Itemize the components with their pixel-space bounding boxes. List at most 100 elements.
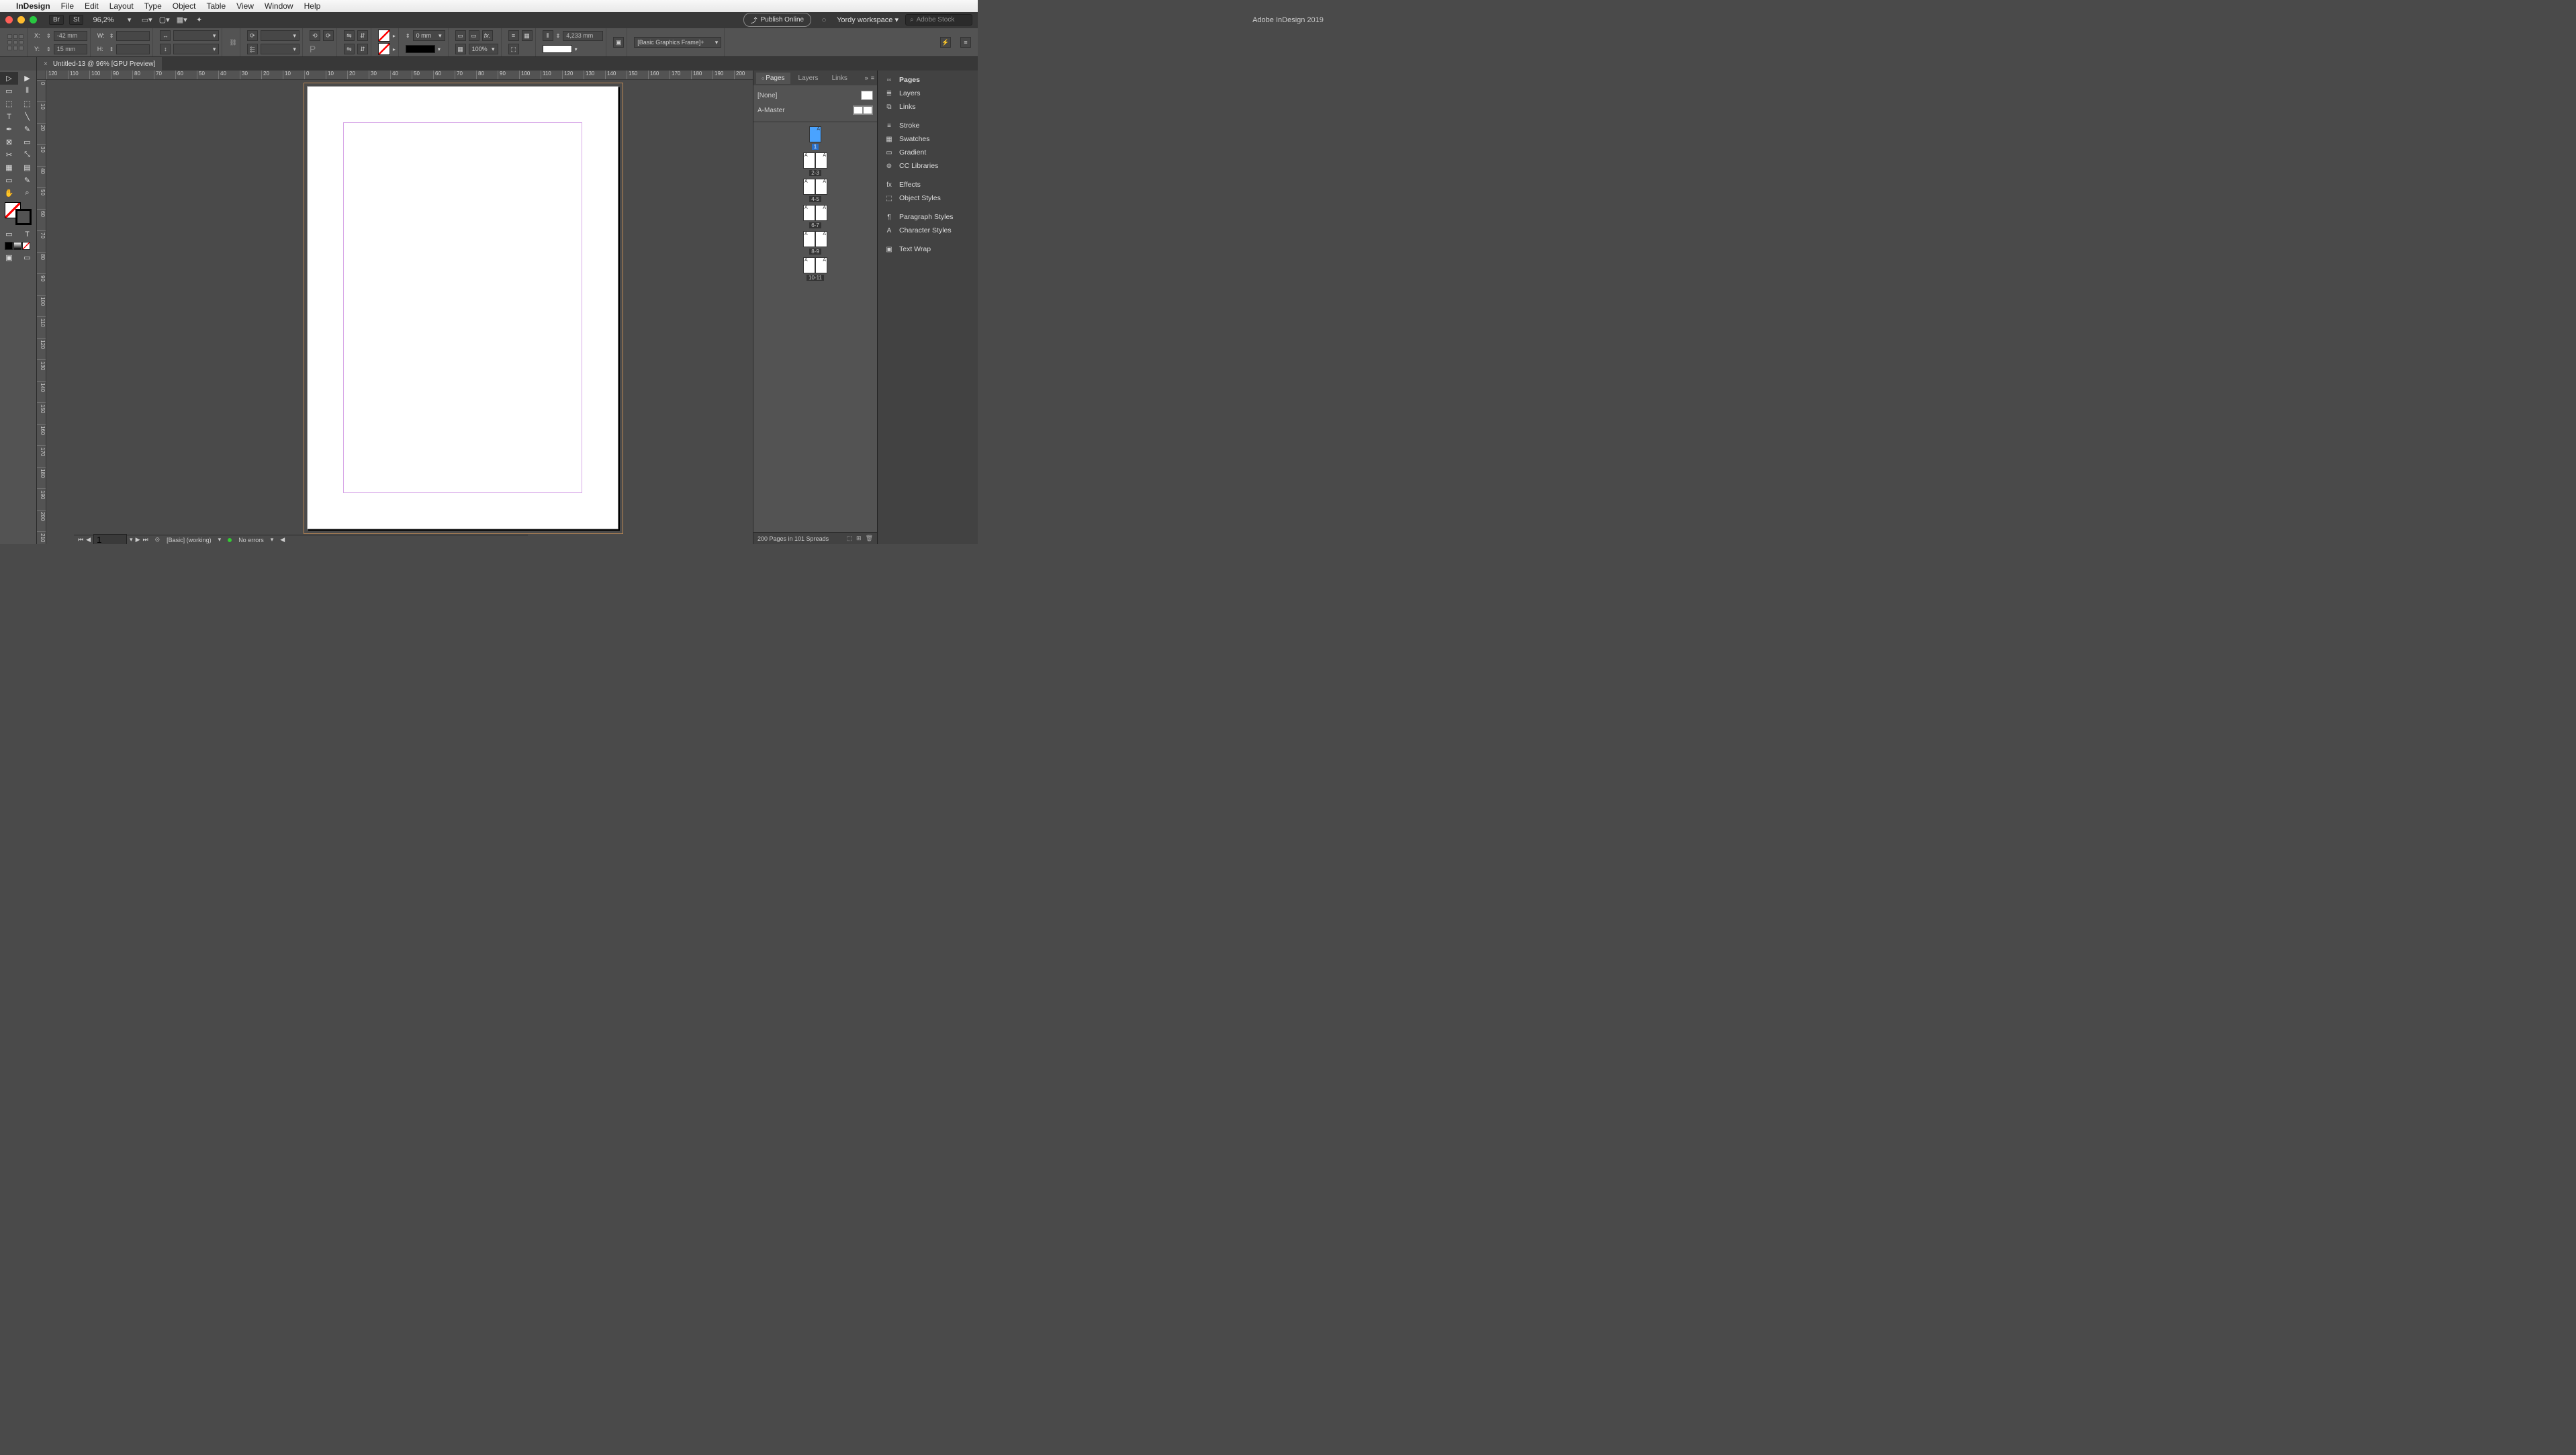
new-page-icon[interactable]: ⊞ <box>856 535 862 542</box>
direct-selection-tool[interactable]: ▶ <box>18 72 36 85</box>
menu-edit[interactable]: Edit <box>85 1 99 11</box>
horizontal-ruler[interactable]: 1201101009080706050403020100102030405060… <box>46 71 753 80</box>
apply-none-icon[interactable] <box>22 242 30 250</box>
arrange-docs-icon[interactable]: ▦▾ <box>176 15 188 26</box>
stepper-icon[interactable]: ⇕ <box>46 46 51 52</box>
type-tool[interactable]: T <box>0 110 18 123</box>
minimize-window[interactable] <box>17 16 25 24</box>
flip-v2-icon[interactable]: ⇵ <box>357 44 368 54</box>
dock-item-pages[interactable]: ▫▫Pages <box>878 73 978 87</box>
page-spread[interactable]: AA6-7 <box>803 205 827 228</box>
stroke-color-icon[interactable] <box>15 209 32 225</box>
menu-file[interactable]: File <box>61 1 74 11</box>
page-dropdown-icon[interactable]: ▾ <box>130 536 133 543</box>
page-spread[interactable]: AA2-3 <box>803 152 827 176</box>
dock-item-wrap[interactable]: ▣Text Wrap <box>878 242 978 256</box>
zoom-dropdown-icon[interactable]: ▾ <box>124 15 136 26</box>
next-page-icon[interactable]: ▶ <box>136 536 140 543</box>
fx-icon[interactable]: fx. <box>482 30 493 41</box>
scale-y-field[interactable]: ▾ <box>173 44 219 54</box>
page-spread[interactable]: A1 <box>809 126 821 150</box>
last-page-icon[interactable]: ⏭ <box>142 536 148 543</box>
align-arrow-icon[interactable]: ▾ <box>575 46 578 52</box>
document-tab[interactable]: × Untitled-13 @ 96% [GPU Preview] <box>37 57 162 71</box>
apply-color-icon[interactable] <box>5 242 13 250</box>
rectangle-tool[interactable]: ▭ <box>18 136 36 148</box>
app-name[interactable]: InDesign <box>16 1 50 11</box>
fill-swatch-icon[interactable] <box>378 30 390 42</box>
gap-tool[interactable]: ⫴ <box>18 85 36 97</box>
page-thumbnail[interactable]: A <box>803 152 815 169</box>
errors-dropdown-icon[interactable]: ▾ <box>271 536 274 543</box>
normal-view-icon[interactable]: ▣ <box>0 251 18 264</box>
preflight-errors[interactable]: No errors <box>238 537 264 543</box>
eyedropper-tool[interactable]: ✎ <box>18 174 36 187</box>
rotate-ccw-icon[interactable]: ⟲ <box>310 30 320 41</box>
preflight-dropdown-icon[interactable]: ▾ <box>218 536 222 543</box>
page-thumbnail[interactable]: A <box>803 205 815 221</box>
fill-arrow-icon[interactable]: ▸ <box>393 33 396 39</box>
menu-window[interactable]: Window <box>265 1 293 11</box>
master-none[interactable]: [None] <box>757 88 873 103</box>
page-thumbnail[interactable]: A <box>815 257 827 273</box>
gpu-preview-icon[interactable]: ✦ <box>193 15 205 26</box>
stepper-icon[interactable]: ⇕ <box>556 33 561 39</box>
zoom-level[interactable]: 96,2% <box>89 16 118 24</box>
workspace-switcher[interactable]: Yordy workspace ▾ <box>837 15 899 24</box>
vertical-ruler[interactable]: 0102030405060708090100110120130140150160… <box>37 80 46 544</box>
p-icon[interactable]: P <box>310 44 316 54</box>
content-collector-tool[interactable]: ⬚ <box>0 97 18 110</box>
format-text-icon[interactable]: T <box>18 228 36 240</box>
page-thumbnail[interactable]: A <box>815 231 827 247</box>
publish-online-button[interactable]: ⤴ Publish Online <box>743 13 811 27</box>
pencil-tool[interactable]: ✎ <box>18 123 36 136</box>
reference-point[interactable] <box>7 34 24 51</box>
object-style-dropdown[interactable]: [Basic Graphics Frame]+▾ <box>634 37 721 48</box>
maximize-window[interactable] <box>30 16 37 24</box>
stepper-icon[interactable]: ⇕ <box>109 46 114 52</box>
hand-tool[interactable]: ✋ <box>0 187 18 200</box>
bridge-button[interactable]: Br <box>49 15 64 25</box>
document-page[interactable] <box>307 86 618 529</box>
constrain-icon[interactable]: ⛓ <box>229 39 236 46</box>
corner-options-icon[interactable]: ⬚ <box>508 44 519 54</box>
flip-v-icon[interactable]: ⇵ <box>357 30 368 41</box>
page-thumbnail[interactable]: A <box>815 205 827 221</box>
panel-menu-icon[interactable]: ≡ <box>871 75 874 81</box>
menu-object[interactable]: Object <box>173 1 196 11</box>
adobe-stock-search[interactable]: ⌕ Adobe Stock <box>905 14 972 26</box>
scale-y-icon[interactable]: ↕ <box>160 44 171 54</box>
format-container-icon[interactable]: ▭ <box>0 228 18 240</box>
help-bulb-icon[interactable]: ◌ <box>818 15 830 26</box>
prev-page-icon[interactable]: ◀ <box>86 536 91 543</box>
stepper-icon[interactable]: ⇕ <box>46 33 51 39</box>
tab-pages[interactable]: Pages <box>756 73 790 84</box>
rect-frame-tool[interactable]: ⊠ <box>0 136 18 148</box>
flip-h-icon[interactable]: ⇋ <box>344 30 355 41</box>
page-spread[interactable]: AA4-5 <box>803 179 827 202</box>
stroke-weight-field[interactable]: 0 mm▾ <box>413 30 445 41</box>
y-field[interactable] <box>54 44 87 54</box>
line-tool[interactable]: ╲ <box>18 110 36 123</box>
master-a[interactable]: A-Master <box>757 103 873 118</box>
dock-item-gradient[interactable]: ▭Gradient <box>878 146 978 159</box>
preview-view-icon[interactable]: ▭ <box>18 251 36 264</box>
w-field[interactable] <box>116 31 150 41</box>
dock-item-swatches[interactable]: ▦Swatches <box>878 132 978 146</box>
dock-item-layers[interactable]: ≣Layers <box>878 87 978 100</box>
page-thumbnail[interactable]: A <box>803 179 815 195</box>
opacity-field[interactable]: 100%▾ <box>469 44 498 54</box>
control-menu-icon[interactable]: ≡ <box>960 37 971 48</box>
preflight-preset[interactable]: [Basic] (working) <box>167 537 212 543</box>
apply-gradient-icon[interactable] <box>13 242 21 250</box>
menu-layout[interactable]: Layout <box>109 1 134 11</box>
dock-item-para[interactable]: ¶Paragraph Styles <box>878 210 978 224</box>
note-tool[interactable]: ▭ <box>0 174 18 187</box>
page-thumbnail[interactable]: A <box>815 152 827 169</box>
dock-item-objstyle[interactable]: ⬚Object Styles <box>878 191 978 205</box>
scale-x-icon[interactable]: ↔ <box>160 30 171 41</box>
free-transform-tool[interactable]: ⤡ <box>18 148 36 161</box>
menu-table[interactable]: Table <box>206 1 226 11</box>
zoom-tool[interactable]: ⌕ <box>18 187 36 200</box>
scissors-tool[interactable]: ✂ <box>0 148 18 161</box>
